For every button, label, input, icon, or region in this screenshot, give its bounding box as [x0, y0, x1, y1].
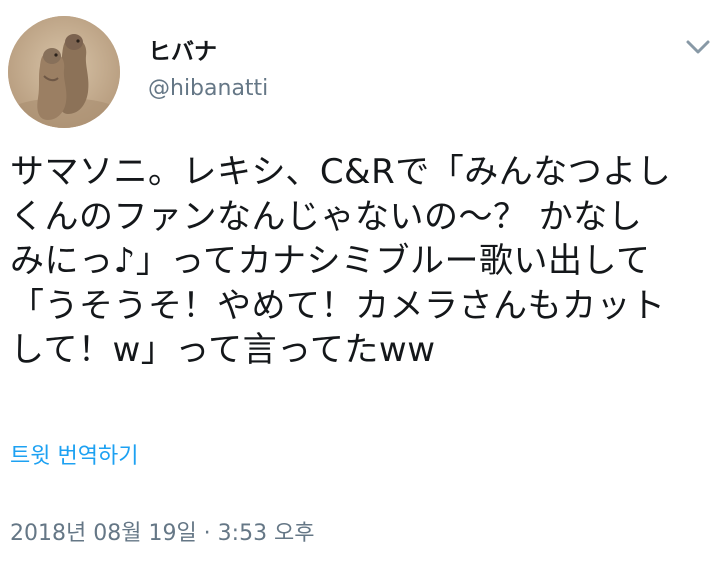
author-handle[interactable]: @hibanatti — [148, 75, 268, 103]
tweet-card: ヒバナ @hibanatti サマソニ。レキシ、C&Rで「みんなつよし くんのフ… — [0, 0, 720, 561]
tweet-text-line: サマソニ。レキシ、C&Rで「みんなつよし — [10, 152, 672, 192]
tweet-text-line: くんのファンなんじゃないの～？ かなし — [10, 196, 643, 237]
translate-tweet-link[interactable]: 트윗 번역하기 — [10, 443, 138, 471]
tweet-text-line: みにっ♪」ってカナシミブルー歌い出して — [10, 241, 651, 281]
tweet-text-line: 「うそうそ！やめて！カメラさんもカット — [10, 285, 666, 326]
tweet-text-line: して！w」って言ってたww — [10, 330, 436, 370]
tweet-timestamp[interactable]: 2018년 08월 19일 · 3:53 오후 — [10, 520, 315, 548]
author-display-name[interactable]: ヒバナ — [148, 38, 217, 66]
tweet-text: サマソニ。レキシ、C&Rで「みんなつよし くんのファンなんじゃないの～？ かなし… — [10, 150, 710, 373]
avatar[interactable] — [8, 16, 120, 128]
chevron-down-icon[interactable] — [678, 32, 718, 62]
meerkats-photo — [8, 16, 120, 128]
